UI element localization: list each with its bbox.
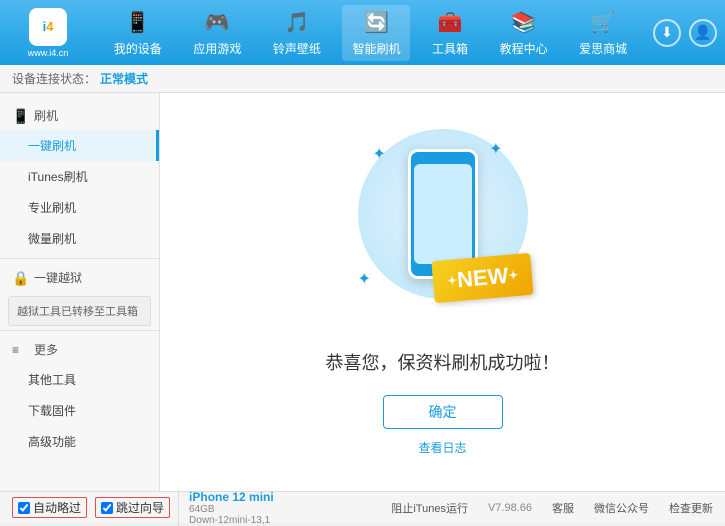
version-label: V7.98.66 — [488, 502, 532, 514]
confirm-button[interactable]: 确定 — [383, 395, 503, 429]
nav-ringtones[interactable]: 🎵 铃声壁纸 — [263, 5, 331, 61]
nav-toolbox[interactable]: 🧰 工具箱 — [422, 5, 478, 61]
sparkle-2: ✦ — [489, 139, 502, 159]
sidebar-item-itunes-flash[interactable]: iTunes刷机 — [0, 161, 159, 192]
customer-service-link[interactable]: 客服 — [552, 500, 574, 516]
auto-skip-checkbox-label[interactable]: 自动略过 — [12, 497, 87, 518]
one-click-flash-label: 一键刷机 — [28, 139, 76, 153]
other-tools-label: 其他工具 — [28, 373, 76, 387]
apps-games-icon: 🎮 — [203, 9, 231, 37]
phone-illustration: ✦ ✦ ✦ NEW — [343, 129, 543, 329]
nav-shopping[interactable]: 🛒 爱思商城 — [569, 5, 637, 61]
nav-shopping-label: 爱思商城 — [579, 40, 627, 57]
sparkle-1: ✦ — [373, 144, 386, 164]
main-layout: 📱 刷机 一键刷机 iTunes刷机 专业刷机 微量刷机 🔒 一键越狱 — [0, 93, 725, 491]
itunes-status: 阻止iTunes运行 — [391, 500, 468, 516]
download-firmware-label: 下载固件 — [28, 404, 76, 418]
more-section-icon: ≡ — [12, 343, 28, 357]
nav-apps-games-label: 应用游戏 — [193, 40, 241, 57]
bottom-left: 自动略过 跳过向导 iPhone 12 mini 64GB Down-12min… — [12, 490, 391, 526]
nav-my-device[interactable]: 📱 我的设备 — [104, 5, 172, 61]
tutorial-icon: 📚 — [510, 9, 538, 37]
shopping-icon: 🛒 — [589, 9, 617, 37]
itunes-flash-label: iTunes刷机 — [28, 170, 88, 184]
sidebar-jailbreak-title: 一键越狱 — [34, 269, 82, 286]
sidebar-item-micro-flash[interactable]: 微量刷机 — [0, 223, 159, 254]
bottom-bar: 自动略过 跳过向导 iPhone 12 mini 64GB Down-12min… — [0, 491, 725, 523]
app-logo: i4 www.i4.cn — [8, 8, 88, 58]
sparkle-3: ✦ — [358, 269, 371, 289]
wechat-official-link[interactable]: 微信公众号 — [594, 500, 649, 516]
sidebar-item-advanced[interactable]: 高级功能 — [0, 426, 159, 457]
sidebar-divider-1 — [0, 258, 159, 259]
phone-screen — [414, 164, 472, 264]
sidebar: 📱 刷机 一键刷机 iTunes刷机 专业刷机 微量刷机 🔒 一键越狱 — [0, 93, 160, 491]
advanced-label: 高级功能 — [28, 435, 76, 449]
status-value: 正常模式 — [100, 70, 148, 87]
bottom-right: 阻止iTunes运行 V7.98.66 客服 微信公众号 检查更新 — [391, 500, 713, 516]
nav-ringtones-label: 铃声壁纸 — [273, 40, 321, 57]
sidebar-item-one-click-flash[interactable]: 一键刷机 — [0, 130, 159, 161]
sidebar-divider-2 — [0, 330, 159, 331]
sidebar-jailbreak-section: 🔒 一键越狱 — [0, 263, 159, 292]
skip-wizard-checkbox[interactable] — [101, 502, 113, 514]
view-log-link[interactable]: 查看日志 — [418, 439, 466, 456]
jailbreak-section-icon: 🔒 — [12, 270, 28, 286]
sidebar-more-section: ≡ 更多 — [0, 335, 159, 364]
sidebar-item-pro-flash[interactable]: 专业刷机 — [0, 192, 159, 223]
my-device-icon: 📱 — [124, 9, 152, 37]
sidebar-flash-title: 刷机 — [34, 107, 58, 124]
device-info: iPhone 12 mini 64GB Down-12mini-13,1 — [178, 490, 274, 526]
smart-flash-icon: 🔄 — [362, 9, 390, 37]
pro-flash-label: 专业刷机 — [28, 201, 76, 215]
toolbox-icon: 🧰 — [436, 9, 464, 37]
flash-section-icon: 📱 — [12, 108, 28, 124]
download-button[interactable]: ⬇ — [653, 19, 681, 47]
skip-wizard-checkbox-label[interactable]: 跳过向导 — [95, 497, 170, 518]
auto-skip-label: 自动略过 — [33, 499, 81, 516]
success-message: 恭喜您，保资料刷机成功啦！ — [326, 349, 560, 375]
itunes-status-text: 阻止iTunes运行 — [391, 500, 468, 516]
jailbreak-notice: 越狱工具已转移至工具箱 — [8, 296, 151, 326]
sidebar-flash-section: 📱 刷机 — [0, 101, 159, 130]
nav-actions: ⬇ 👤 — [653, 19, 717, 47]
main-content: ✦ ✦ ✦ NEW 恭喜您，保资料刷机成功啦！ 确定 查看日志 — [160, 93, 725, 491]
check-update-link[interactable]: 检查更新 — [669, 500, 713, 516]
logo-subtitle: www.i4.cn — [28, 48, 69, 58]
nav-tutorial[interactable]: 📚 教程中心 — [490, 5, 558, 61]
nav-smart-flash-label: 智能刷机 — [352, 40, 400, 57]
sidebar-item-download-firmware[interactable]: 下载固件 — [0, 395, 159, 426]
topbar: i4 www.i4.cn 📱 我的设备 🎮 应用游戏 🎵 铃声壁纸 🔄 智能刷机 — [0, 0, 725, 65]
new-badge: NEW — [431, 252, 534, 303]
device-storage: 64GB — [189, 504, 274, 515]
jailbreak-notice-text: 越狱工具已转移至工具箱 — [17, 306, 138, 318]
logo-icon: i4 — [29, 8, 67, 46]
sidebar-more-title: 更多 — [34, 341, 58, 358]
device-name: iPhone 12 mini — [189, 490, 274, 504]
device-firmware: Down-12mini-13,1 — [189, 515, 274, 526]
micro-flash-label: 微量刷机 — [28, 232, 76, 246]
user-button[interactable]: 👤 — [689, 19, 717, 47]
sidebar-item-other-tools[interactable]: 其他工具 — [0, 364, 159, 395]
nav-items: 📱 我的设备 🎮 应用游戏 🎵 铃声壁纸 🔄 智能刷机 🧰 工具箱 📚 — [88, 5, 653, 61]
ringtones-icon: 🎵 — [283, 9, 311, 37]
skip-wizard-label: 跳过向导 — [116, 499, 164, 516]
nav-apps-games[interactable]: 🎮 应用游戏 — [183, 5, 251, 61]
status-label: 设备连接状态： — [12, 70, 96, 87]
nav-smart-flash[interactable]: 🔄 智能刷机 — [342, 5, 410, 61]
status-bar: 设备连接状态： 正常模式 — [0, 65, 725, 93]
nav-toolbox-label: 工具箱 — [432, 40, 468, 57]
nav-my-device-label: 我的设备 — [114, 40, 162, 57]
nav-tutorial-label: 教程中心 — [500, 40, 548, 57]
auto-skip-checkbox[interactable] — [18, 502, 30, 514]
